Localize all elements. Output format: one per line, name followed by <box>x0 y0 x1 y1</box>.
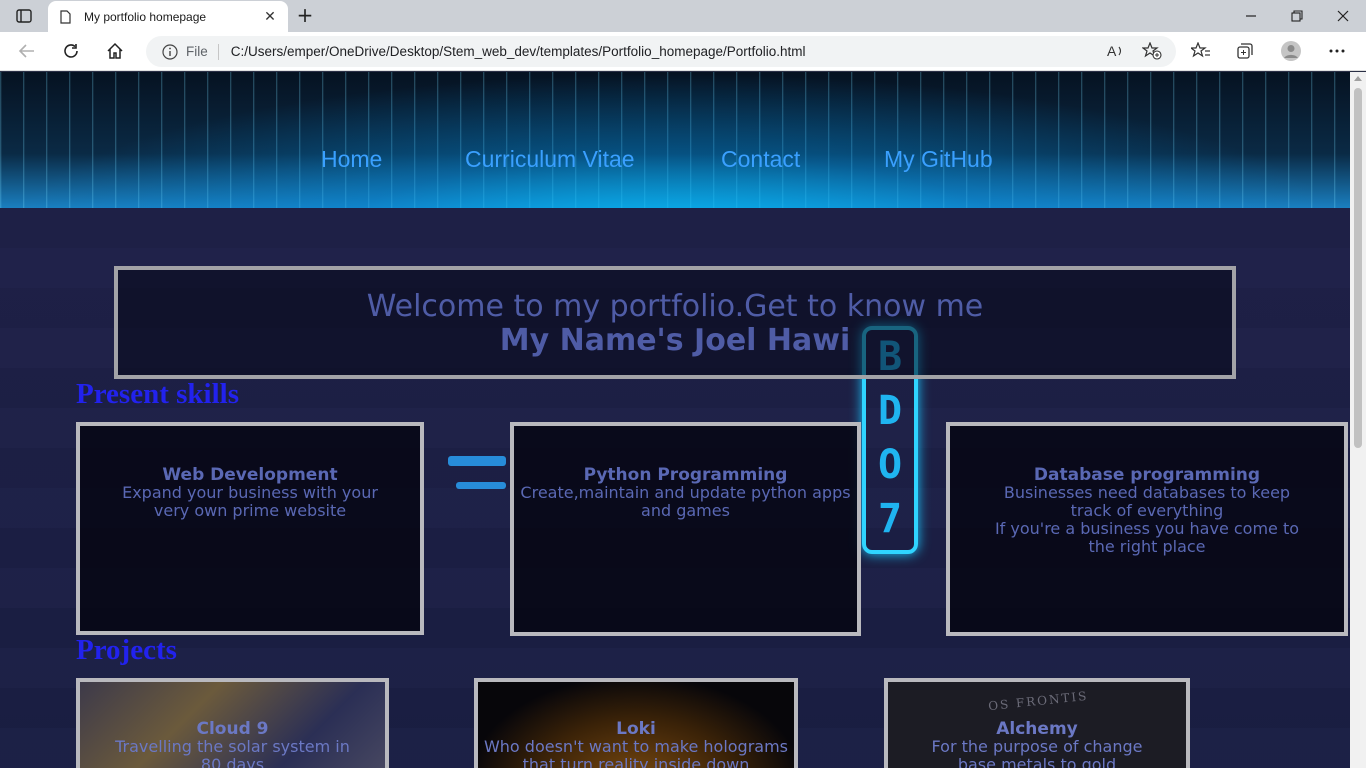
more-options-icon[interactable] <box>1322 37 1352 65</box>
welcome-heading: Welcome to my portfolio.Get to know me <box>366 289 984 324</box>
skill-heading: Web Development <box>162 465 338 485</box>
browser-toolbar: File C:/Users/emper/OneDrive/Desktop/Ste… <box>0 32 1366 71</box>
close-window-icon[interactable] <box>1320 0 1366 32</box>
scrollbar-thumb[interactable] <box>1354 88 1362 448</box>
project-heading: Alchemy <box>996 719 1078 739</box>
tab-strip: My portfolio homepage ✕ + <box>0 0 1366 32</box>
project-text: Who doesn't want to make holograms that … <box>483 737 789 768</box>
project-emblem-text: OS FRONTIS <box>987 688 1090 714</box>
sign-letter: O <box>877 442 903 488</box>
sign-letter: 7 <box>877 496 903 542</box>
home-icon[interactable] <box>100 37 130 65</box>
collections-icon[interactable] <box>1230 37 1260 65</box>
project-card-cloud9[interactable]: Cloud 9 Travelling the solar system in 8… <box>76 678 389 768</box>
project-text: For the purpose of change base metals to… <box>931 737 1143 768</box>
read-aloud-icon[interactable]: A <box>1106 42 1124 60</box>
projects-section-title: Projects <box>76 634 177 666</box>
neon-strip <box>448 456 506 466</box>
address-protocol: File <box>186 44 208 59</box>
back-icon[interactable] <box>12 37 42 65</box>
project-card-alchemy[interactable]: OS FRONTIS Alchemy For the purpose of ch… <box>884 678 1190 768</box>
skills-section-title: Present skills <box>76 378 239 410</box>
owner-name: My Name's Joel Hawi <box>499 323 851 358</box>
add-favorite-icon[interactable] <box>1142 42 1162 60</box>
restore-icon[interactable] <box>1274 0 1320 32</box>
project-text: Travelling the solar system in 80 days <box>115 737 350 768</box>
project-heading: Loki <box>616 719 656 739</box>
project-heading: Cloud 9 <box>196 719 269 739</box>
svg-text:A: A <box>1107 43 1117 59</box>
skill-card-database: Database programming Businesses need dat… <box>946 422 1348 636</box>
page-viewport: Home Curriculum Vitae Contact My GitHub … <box>0 72 1350 768</box>
nav-cv-link[interactable]: Curriculum Vitae <box>465 146 635 173</box>
skill-heading: Database programming <box>1033 465 1261 485</box>
scroll-up-icon[interactable] <box>1354 76 1362 81</box>
page-scrollbar[interactable] <box>1350 72 1366 768</box>
info-icon[interactable] <box>162 43 178 60</box>
tab-actions-icon[interactable] <box>8 4 40 28</box>
page-icon <box>60 9 71 24</box>
browser-tab[interactable]: My portfolio homepage ✕ <box>48 1 288 32</box>
sign-letter: D <box>877 388 903 434</box>
tab-title: My portfolio homepage <box>84 9 207 24</box>
close-tab-icon[interactable]: ✕ <box>262 9 278 25</box>
skill-heading: Python Programming <box>583 465 788 485</box>
profile-avatar-icon[interactable] <box>1276 37 1306 65</box>
address-bar[interactable]: File C:/Users/emper/OneDrive/Desktop/Ste… <box>146 36 1176 67</box>
neon-strip <box>456 482 506 489</box>
refresh-icon[interactable] <box>56 37 86 65</box>
minimize-icon[interactable] <box>1228 0 1274 32</box>
skill-card-web: Web Development Expand your business wit… <box>76 422 424 635</box>
nav-github-link[interactable]: My GitHub <box>884 146 993 173</box>
address-separator <box>217 43 219 60</box>
new-tab-button[interactable]: + <box>292 4 318 28</box>
page-header: Home Curriculum Vitae Contact My GitHub <box>0 72 1350 208</box>
project-card-loki[interactable]: Loki Who doesn't want to make holograms … <box>474 678 798 768</box>
address-url[interactable]: C:/Users/emper/OneDrive/Desktop/Stem_web… <box>231 44 806 59</box>
skill-card-python: Python Programming Create,maintain and u… <box>510 422 861 636</box>
nav-contact-link[interactable]: Contact <box>721 146 800 173</box>
favorites-icon[interactable] <box>1186 37 1216 65</box>
welcome-banner: Welcome to my portfolio.Get to know me M… <box>114 266 1236 379</box>
skill-text-extra: If you're a business you have come to th… <box>994 519 1300 556</box>
skill-text: Businesses need databases to keep track … <box>1003 483 1291 520</box>
skill-text: Expand your business with your very own … <box>122 483 378 520</box>
skill-text: Create,maintain and update python apps a… <box>520 483 851 520</box>
nav-home-link[interactable]: Home <box>321 146 382 173</box>
